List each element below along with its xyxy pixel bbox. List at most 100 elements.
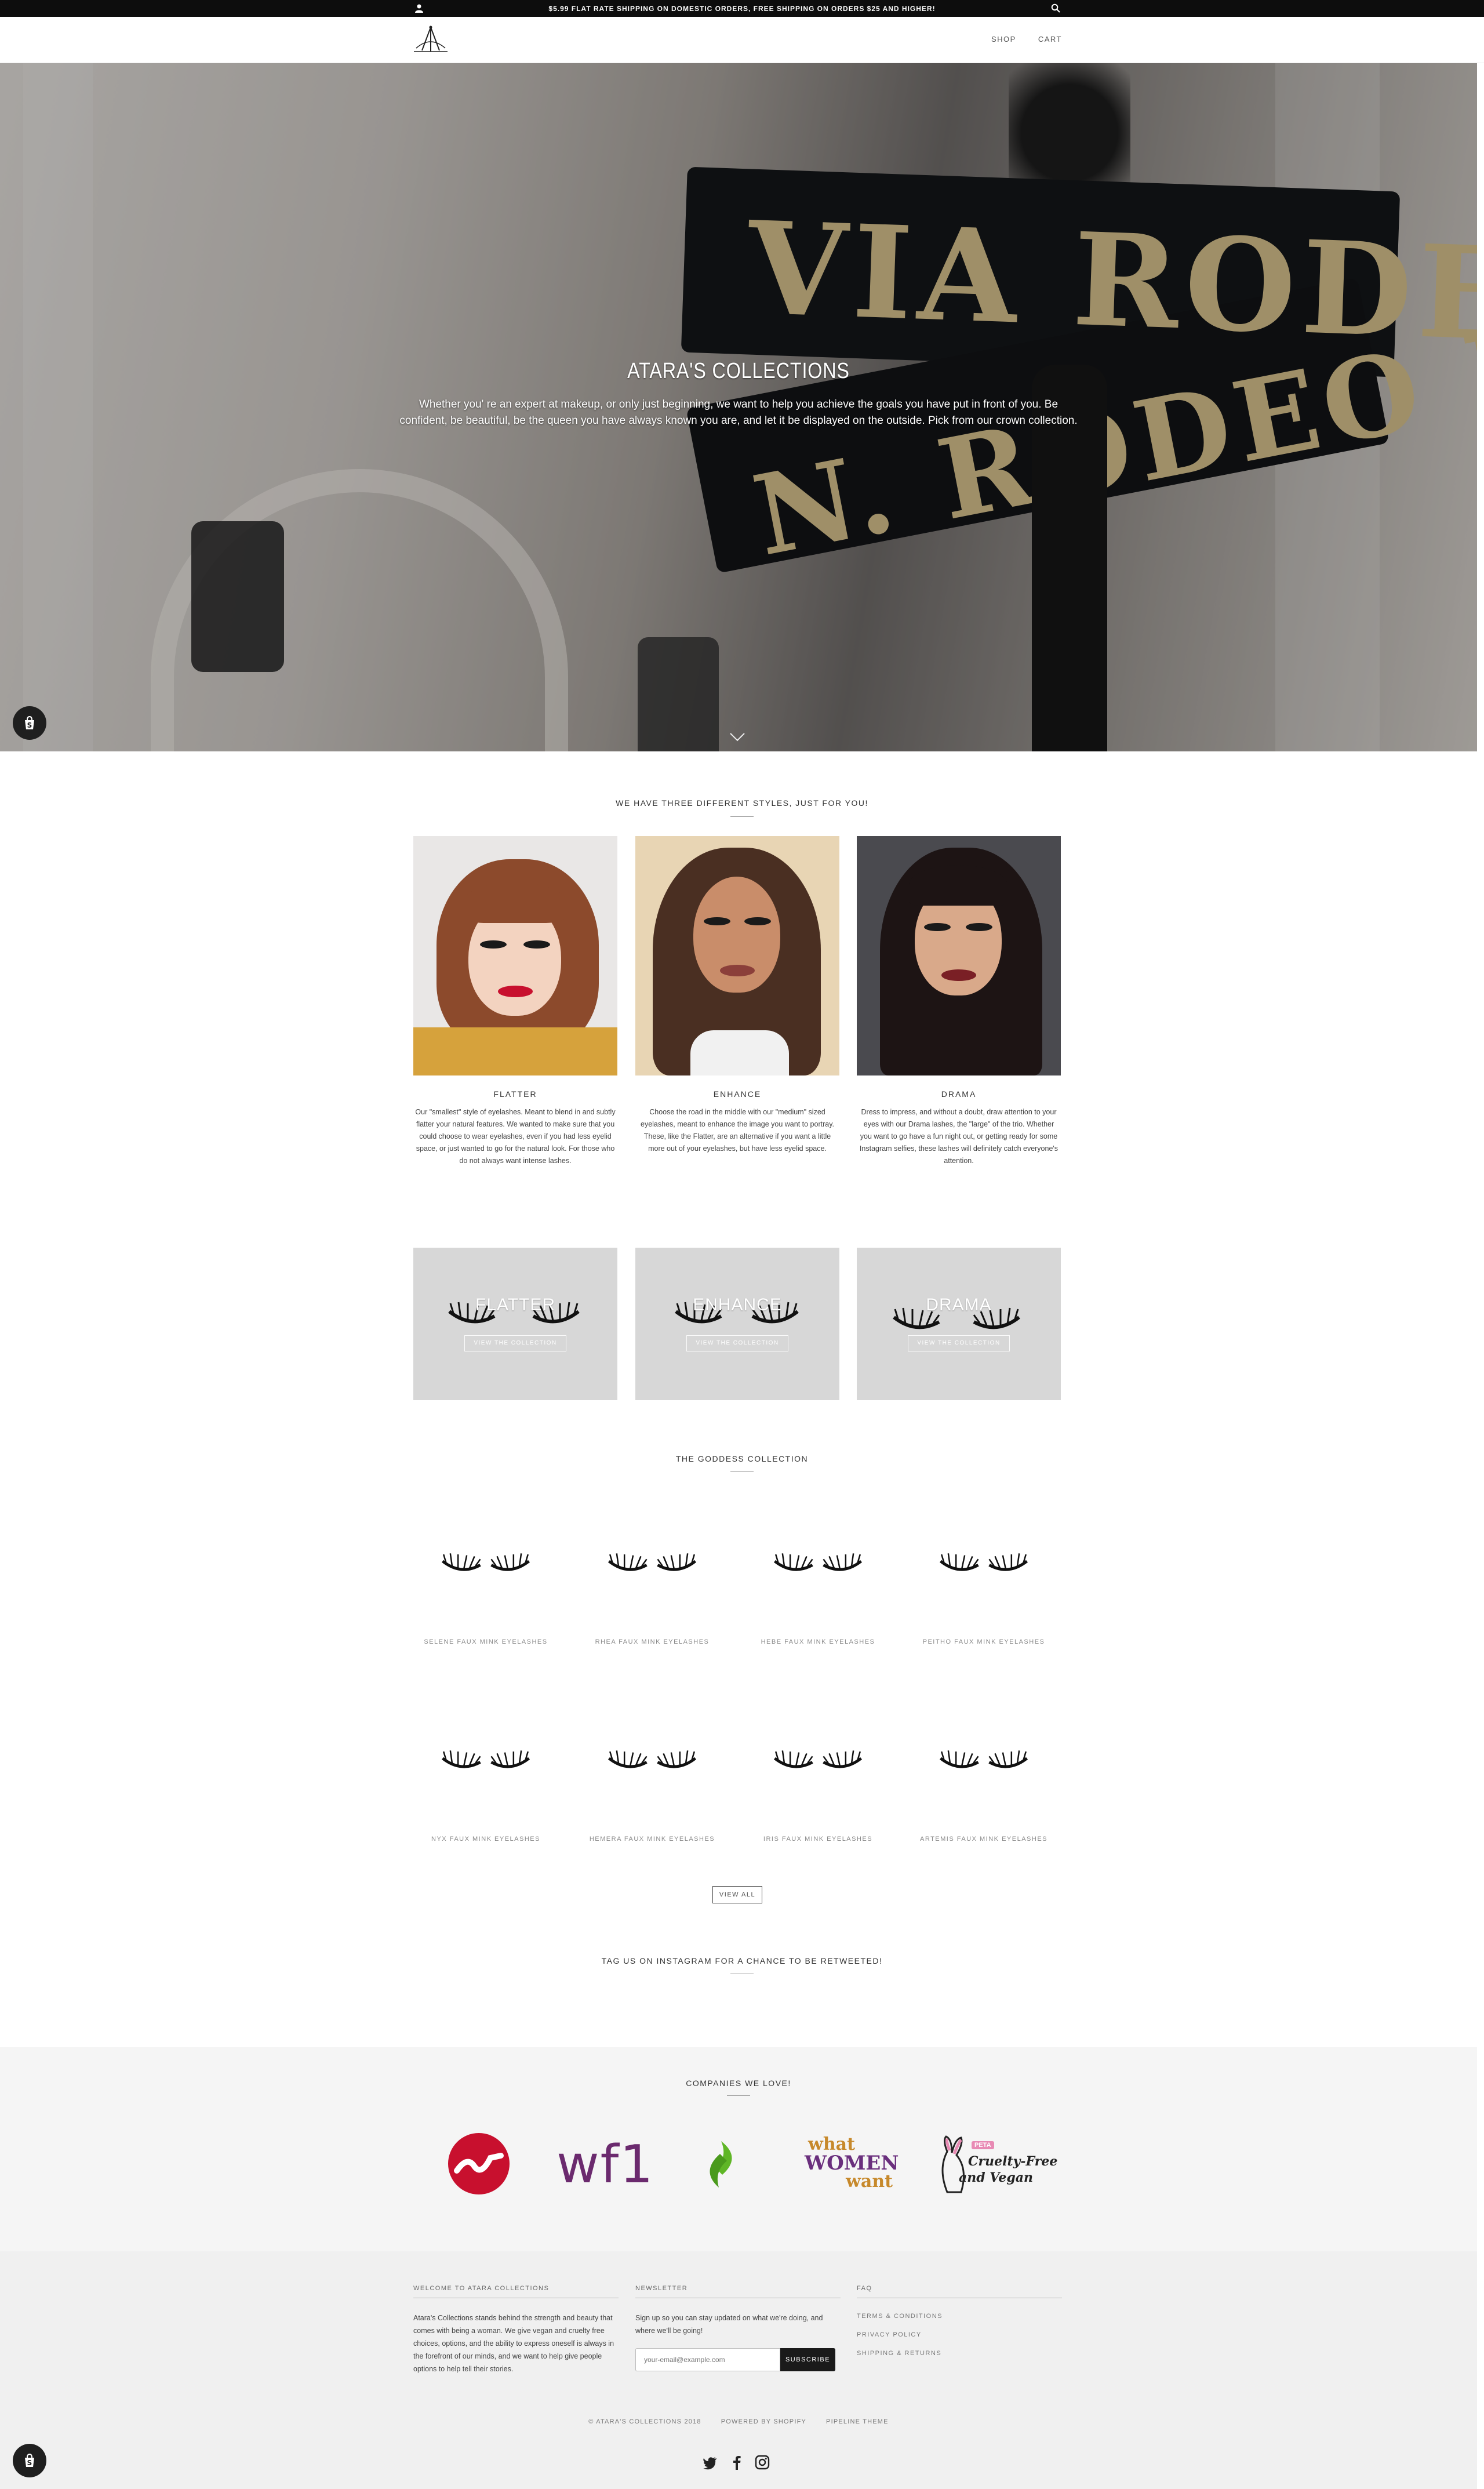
product-eyelash-image[interactable] [745, 1505, 890, 1621]
photo-lips [720, 965, 755, 976]
powered-by-link[interactable]: POWERED BY SHOPIFY [721, 2418, 806, 2425]
footer-link-shipping[interactable]: SHIPPING & RETURNS [857, 2350, 941, 2357]
photo-eye [523, 940, 550, 949]
shopify-bag-icon[interactable]: S [13, 2444, 46, 2477]
product-name[interactable]: RHEA FAUX MINK EYELASHES [568, 1638, 736, 1645]
facebook-icon[interactable] [729, 2455, 744, 2470]
heading-divider [727, 2095, 750, 2096]
crown-logo[interactable] [410, 25, 451, 55]
announcement-text: $5.99 FLAT RATE SHIPPING ON DOMESTIC ORD… [548, 5, 936, 13]
style-name-enhance: ENHANCE [713, 1089, 762, 1099]
photo-lips [941, 969, 976, 981]
style-name-drama: DRAMA [941, 1089, 977, 1099]
hero-title: ATARA'S COLLECTIONS [627, 359, 850, 383]
chevron-down-icon[interactable] [729, 731, 746, 743]
heading-divider [730, 1471, 754, 1472]
photo-bangs [909, 865, 1007, 906]
collection-tile-drama[interactable]: DRAMA VIEW THE COLLECTION [857, 1248, 1061, 1400]
product-eyelash-image[interactable] [413, 1702, 558, 1818]
product-name[interactable]: HEBE FAUX MINK EYELASHES [734, 1638, 902, 1645]
photo-bangs [463, 882, 567, 923]
theme-link[interactable]: PIPELINE THEME [826, 2418, 889, 2425]
copyright-bar: © ATARA'S COLLECTIONS 2018 POWERED BY SH… [0, 2418, 1477, 2425]
product-name[interactable]: HEMERA FAUX MINK EYELASHES [568, 1836, 736, 1843]
styles-heading: WE HAVE THREE DIFFERENT STYLES, JUST FOR… [616, 798, 868, 808]
photo-shirt [413, 1027, 617, 1075]
style-desc-drama: Dress to impress, and without a doubt, d… [859, 1108, 1059, 1165]
instagram-heading: TAG US ON INSTAGRAM FOR A CHANCE TO BE R… [601, 1956, 883, 1965]
hero-content: ATARA'S COLLECTIONS Whether you' re an e… [394, 359, 1083, 429]
flatter-model-photo[interactable] [413, 836, 617, 1075]
view-collection-button[interactable]: VIEW THE COLLECTION [686, 1335, 788, 1351]
twitter-icon[interactable] [703, 2455, 718, 2470]
footer-faq-title: FAQ [857, 2285, 872, 2292]
photo-lips [498, 986, 533, 997]
instagram-icon[interactable] [755, 2455, 770, 2470]
product-eyelash-image[interactable] [911, 1702, 1056, 1818]
product-name[interactable]: SELENE FAUX MINK EYELASHES [402, 1638, 570, 1645]
photo-eye [704, 917, 730, 925]
footer-link-privacy[interactable]: PRIVACY POLICY [857, 2331, 922, 2338]
newsletter-email-input[interactable] [635, 2348, 780, 2371]
photo-eye [744, 917, 771, 925]
heading-divider [730, 816, 754, 817]
view-collection-button[interactable]: VIEW THE COLLECTION [908, 1335, 1010, 1351]
photo-lace-top [690, 1030, 789, 1075]
view-collection-button[interactable]: VIEW THE COLLECTION [464, 1335, 566, 1351]
photo-eye [924, 923, 951, 931]
drama-model-photo[interactable] [857, 836, 1061, 1075]
product-name[interactable]: PEITHO FAUX MINK EYELASHES [900, 1638, 1068, 1645]
view-all-button[interactable]: VIEW ALL [712, 1886, 762, 1903]
footer-welcome-text: Atara's Collections stands behind the st… [413, 2314, 614, 2373]
product-name[interactable]: ARTEMIS FAUX MINK EYELASHES [900, 1836, 1068, 1843]
logo-text-and-vegan: and Vegan [959, 2170, 1033, 2185]
partner-logo-cruelty-free[interactable]: PETA Cruelty-Free and Vegan [936, 2134, 1057, 2198]
search-icon[interactable] [1051, 3, 1060, 13]
subscribe-button[interactable]: SUBSCRIBE [780, 2348, 835, 2371]
style-desc-enhance: Choose the road in the middle with our "… [641, 1108, 834, 1153]
shopify-bag-icon[interactable]: S [13, 706, 46, 740]
partner-logo-1[interactable] [448, 2132, 510, 2195]
product-eyelash-image[interactable] [580, 1505, 725, 1621]
footer-newsletter-title: NEWSLETTER [635, 2285, 688, 2292]
product-eyelash-image[interactable] [413, 1505, 558, 1621]
collection-name: FLATTER [475, 1295, 556, 1314]
style-desc-flatter: Our "smallest" style of eyelashes. Meant… [415, 1108, 616, 1165]
collection-tile-enhance[interactable]: ENHANCE VIEW THE COLLECTION [635, 1248, 839, 1400]
logo-text-women: WOMEN [805, 2152, 899, 2175]
photo-eye [480, 940, 507, 949]
style-name-flatter: FLATTER [493, 1089, 537, 1099]
hero-text: Whether you' re an expert at makeup, or … [399, 398, 1078, 427]
product-name[interactable]: NYX FAUX MINK EYELASHES [402, 1836, 570, 1843]
nav-cart[interactable]: CART [1038, 35, 1062, 43]
svg-text:S: S [27, 721, 32, 729]
partner-logo-what-women-want[interactable]: what WOMEN want [805, 2135, 899, 2192]
collection-name: DRAMA [926, 1295, 992, 1314]
logo-text-want: want [846, 2171, 893, 2192]
partner-logo-leaf[interactable] [699, 2140, 743, 2189]
peta-badge: PETA [972, 2141, 994, 2149]
product-eyelash-image[interactable] [911, 1505, 1056, 1621]
product-eyelash-image[interactable] [745, 1702, 890, 1818]
partner-logo-wf1[interactable]: wf1 [556, 2134, 654, 2195]
goddess-heading: THE GODDESS COLLECTION [675, 1454, 809, 1463]
nav-shop[interactable]: SHOP [991, 35, 1016, 43]
product-eyelash-image[interactable] [580, 1702, 725, 1818]
footer-newsletter-text: Sign up so you can stay updated on what … [635, 2314, 823, 2335]
companies-section: COMPANIES WE LOVE! wf1 what WOMEN want P… [0, 2047, 1477, 2251]
logo-text-cruelty-free: Cruelty-Free [968, 2154, 1058, 2169]
site-header: SHOP CART [0, 17, 1484, 63]
product-name[interactable]: IRIS FAUX MINK EYELASHES [734, 1836, 902, 1843]
enhance-model-photo[interactable] [635, 836, 839, 1075]
svg-text:S: S [27, 2459, 32, 2467]
collection-tile-flatter[interactable]: FLATTER VIEW THE COLLECTION [413, 1248, 617, 1400]
announcement-bar: $5.99 FLAT RATE SHIPPING ON DOMESTIC ORD… [0, 0, 1484, 17]
companies-heading: COMPANIES WE LOVE! [686, 2079, 791, 2088]
photo-eye [966, 923, 992, 931]
hero-banner: VIA RODEO N. RODEO DR ATARA'S COLLECTION… [0, 63, 1477, 751]
copyright-text: © ATARA'S COLLECTIONS 2018 [588, 2418, 701, 2425]
main-nav: SHOP CART [991, 35, 1062, 43]
footer-welcome-title: WELCOME TO ATARA COLLECTIONS [413, 2285, 550, 2292]
footer-link-terms[interactable]: TERMS & CONDITIONS [857, 2313, 943, 2320]
collection-name: ENHANCE [693, 1295, 782, 1314]
